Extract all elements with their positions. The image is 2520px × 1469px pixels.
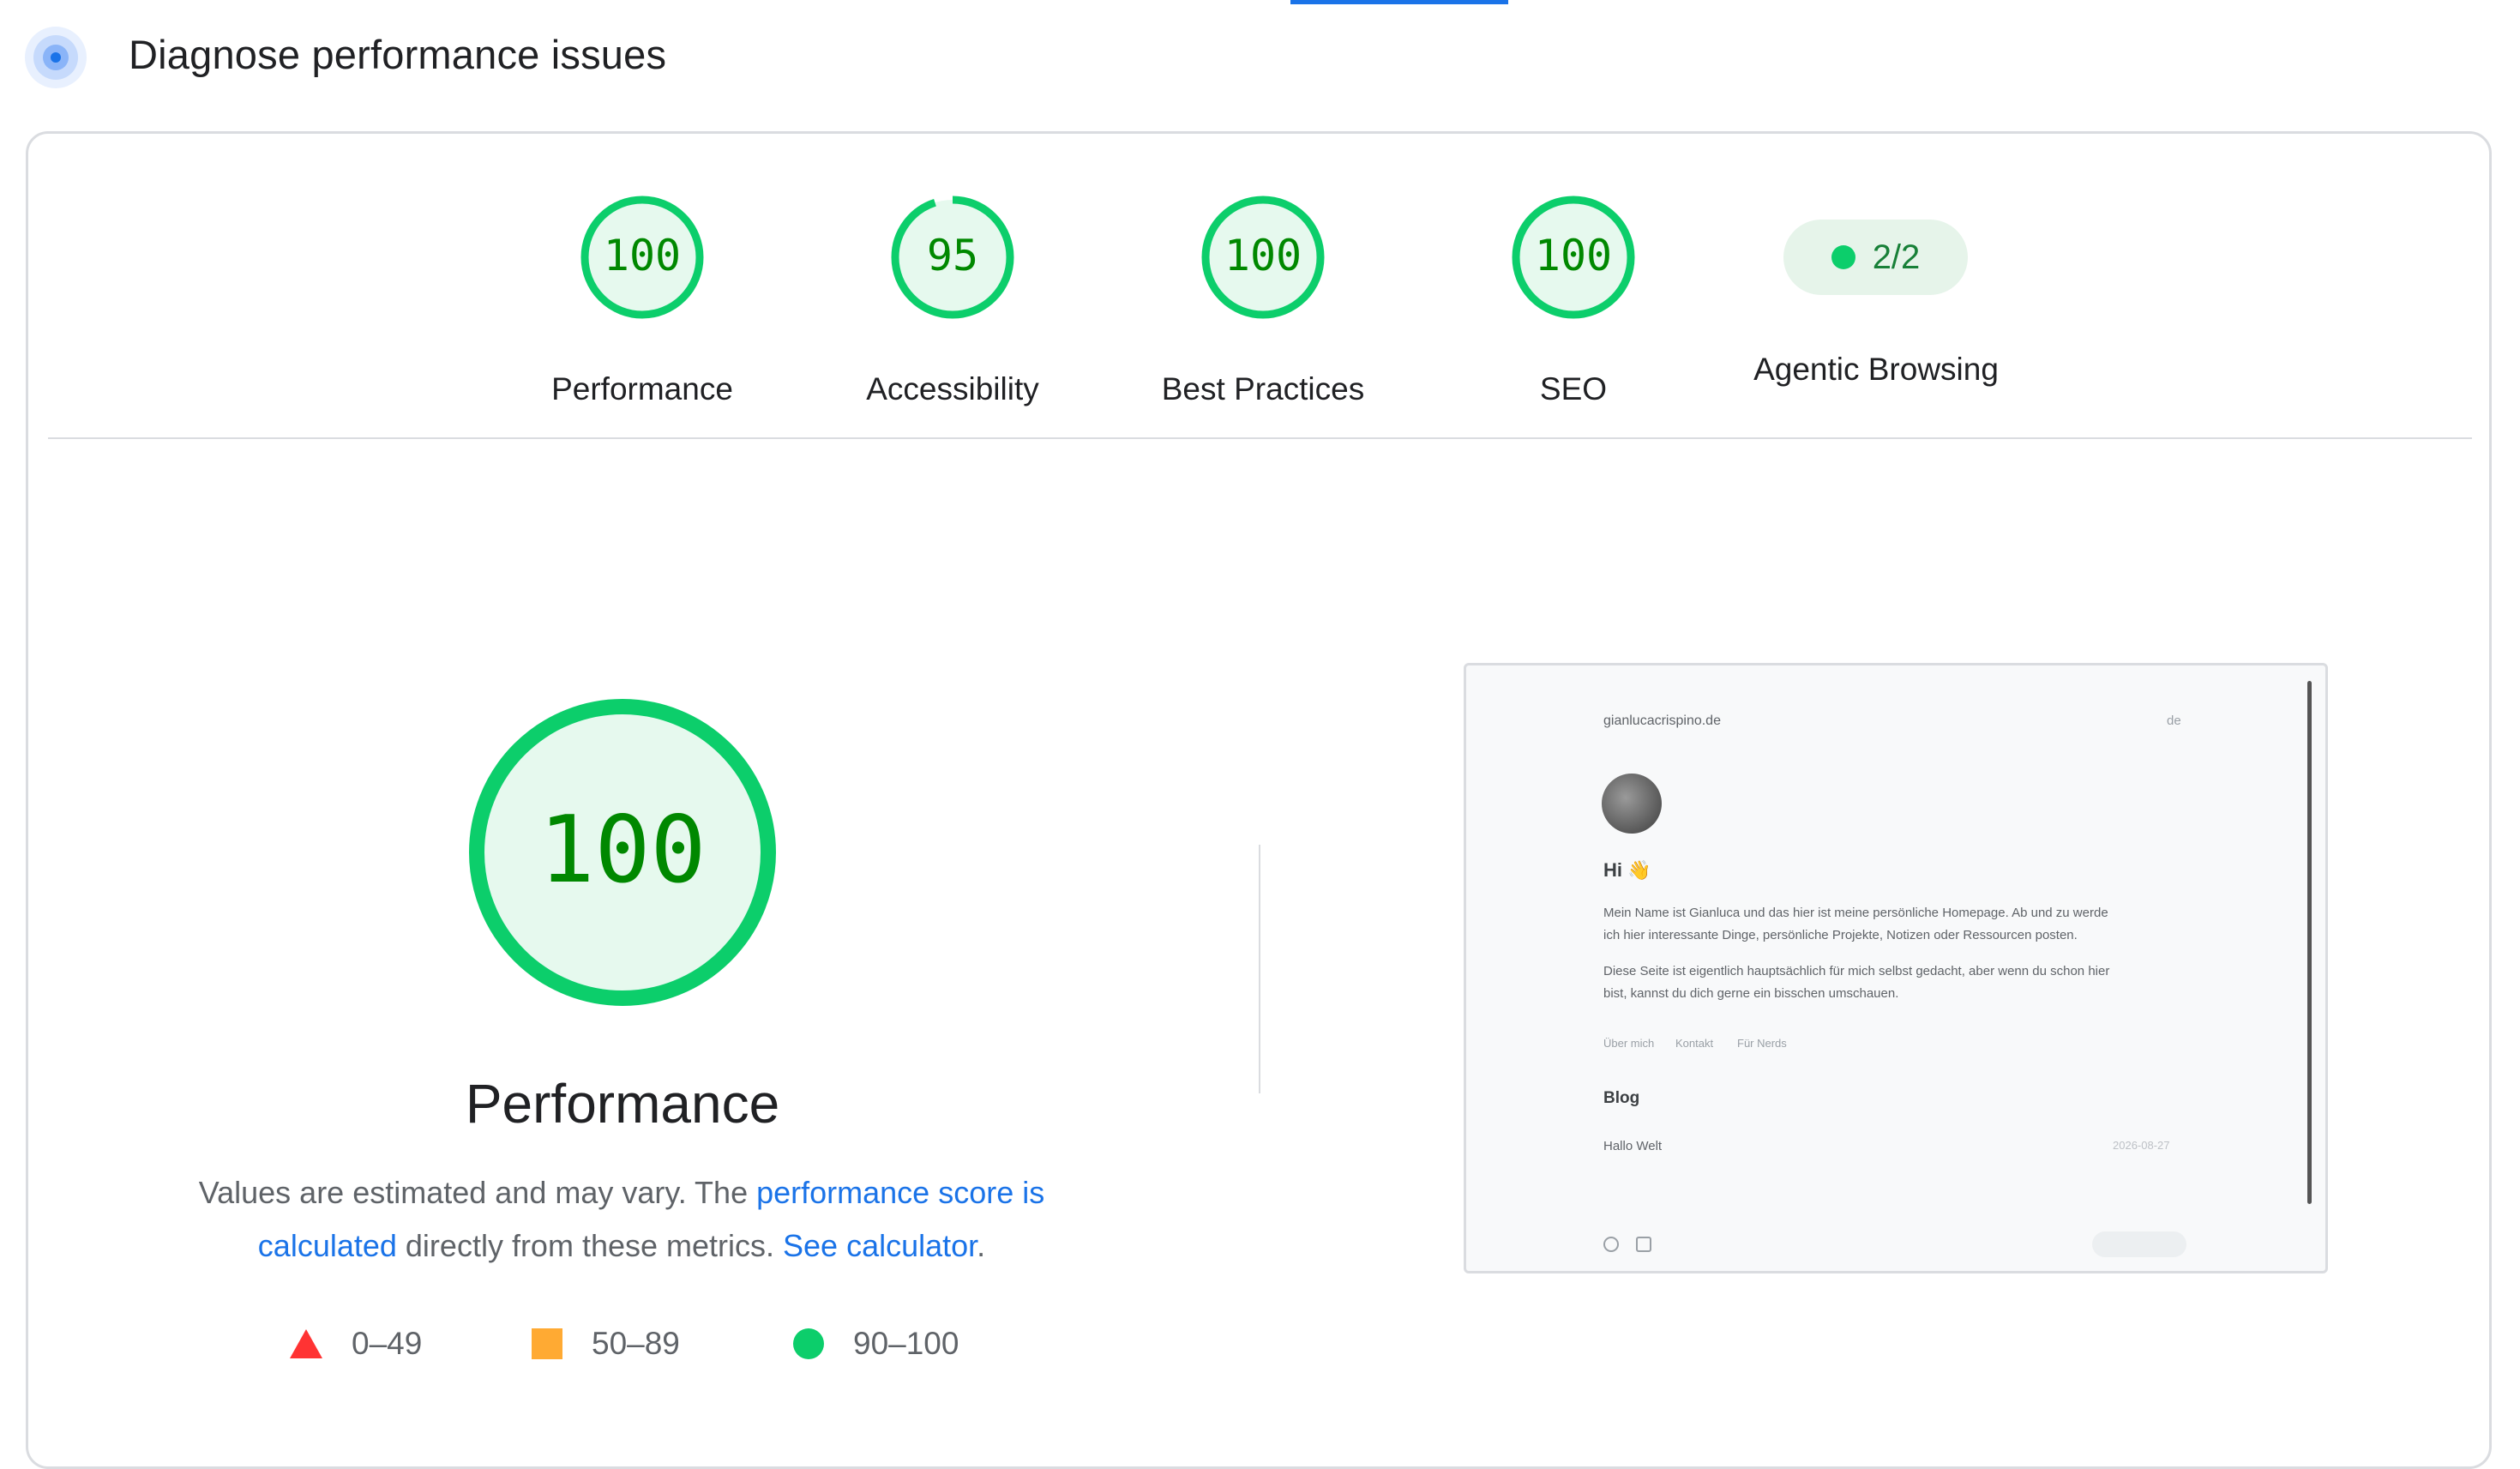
legend-range: 0–49 [352,1326,423,1361]
gauge-ring: 100 [1512,196,1635,319]
gauge-ring: 100 [580,196,704,319]
agentic-browsing-badge[interactable]: 2/2 [1783,220,1968,295]
github-icon [1603,1237,1619,1252]
triangle-icon [290,1329,322,1358]
preview-site-name: gianlucacrispino.de [1603,713,1721,728]
preview-text: ich hier interessante Dinge, persönliche… [1603,928,2078,942]
page-screenshot-thumbnail[interactable]: gianlucacrispino.de de Hi 👋 Mein Name is… [1464,663,2328,1273]
gauge-label: SEO [1539,371,1608,406]
gauge-ring: 95 [891,196,1014,319]
preview-lang: de [2167,713,2181,728]
avatar [1602,774,1662,834]
agentic-score: 2/2 [1872,238,1921,276]
performance-description: Values are estimated and may vary. The p… [159,1166,1085,1273]
see-calculator-link[interactable]: See calculator [783,1228,977,1263]
preview-text: Diese Seite ist eigentlich hauptsächlich… [1603,964,2110,978]
gauge-label: Accessibility [866,371,1039,406]
preview-greeting: Hi 👋 [1603,859,1651,881]
circle-icon [793,1328,824,1359]
preview-text: Mein Name ist Gianluca und das hier ist … [1603,906,2108,920]
active-tab-underline [1290,0,1508,4]
legend-average: 50–89 [532,1321,680,1367]
section-divider [48,437,2472,439]
preview-text: bist, kannst du dich gerne ein bisschen … [1603,986,1899,1001]
pass-dot-icon [1831,245,1855,269]
gauge-score: 100 [604,231,681,280]
desc-text: . [977,1228,986,1263]
gauge-performance[interactable]: 100 Performance [551,193,733,406]
preview-scrollbar [2307,681,2312,1204]
gauge-seo[interactable]: 100 SEO [1488,193,1659,406]
linkedin-icon [1636,1237,1651,1252]
gauge-accessibility[interactable]: 95 Accessibility [866,193,1039,406]
performance-main-gauge: 100 [467,697,778,1012]
gauge-ring: 100 [1201,196,1325,319]
preview-nav-item: Über mich [1603,1037,1655,1050]
gauge-label: Performance [551,371,733,406]
preview-nav-item: Für Nerds [1737,1037,1787,1050]
gauge-label: Best Practices [1161,371,1365,406]
gauge-score: 100 [1224,231,1302,280]
desc-text: Values are estimated and may vary. The [198,1175,757,1210]
square-icon [532,1328,562,1359]
page-title: Diagnose performance issues [129,32,667,77]
legend-fail: 0–49 [290,1321,422,1367]
desc-text: directly from these metrics. [396,1228,784,1263]
preview-post-date: 2026-08-27 [2113,1139,2170,1152]
performance-heading: Performance [465,1073,780,1135]
preview-post-title: Hallo Welt [1603,1139,1663,1153]
gauge-score: 100 [1535,231,1612,280]
gauge-score: 95 [927,231,978,280]
theme-switcher [2092,1231,2186,1257]
performance-main-score: 100 [538,797,706,904]
preview-blog-heading: Blog [1603,1089,1640,1107]
preview-nav-item: Kontakt [1675,1037,1714,1050]
legend-pass: 90–100 [793,1321,959,1367]
performance-diagnostics-icon [24,26,87,89]
vertical-divider [1259,845,1260,1093]
agentic-label: Agentic Browsing [1753,352,1999,387]
legend-range: 90–100 [853,1326,959,1361]
legend-range: 50–89 [592,1326,680,1361]
gauge-best-practices[interactable]: 100 Best Practices [1162,193,1364,406]
